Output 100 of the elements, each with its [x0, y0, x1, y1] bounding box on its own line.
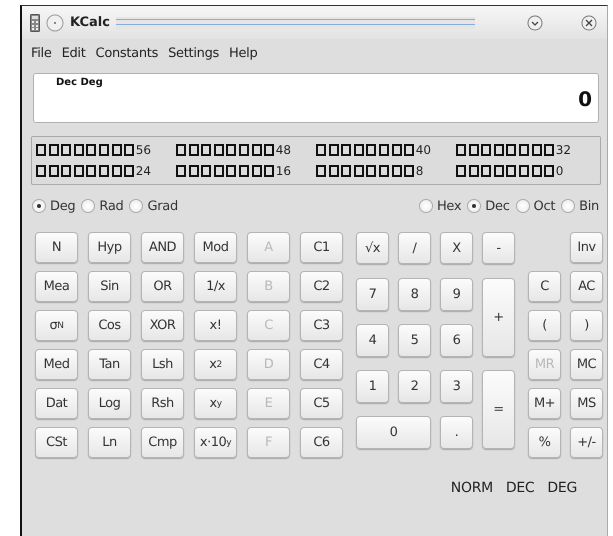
function-key[interactable]: C3	[300, 310, 343, 341]
bit-box[interactable]	[36, 144, 46, 156]
function-key[interactable]: AND	[141, 232, 184, 263]
bit-box[interactable]	[238, 144, 249, 156]
bit-box[interactable]	[188, 144, 199, 156]
bit-box[interactable]	[124, 165, 134, 177]
bit-box[interactable]	[176, 165, 186, 177]
bit-box[interactable]	[532, 165, 542, 177]
bit-box[interactable]	[532, 144, 542, 156]
radio-button[interactable]	[418, 199, 433, 213]
bit-box[interactable]	[252, 144, 262, 156]
bit-box[interactable]	[494, 144, 504, 156]
bit-box[interactable]	[544, 165, 554, 177]
function-key[interactable]: OR	[141, 271, 184, 302]
number-key[interactable]: +	[482, 278, 515, 357]
bit-box[interactable]	[214, 165, 224, 177]
bit-box[interactable]	[36, 165, 46, 177]
bit-box[interactable]	[354, 165, 364, 177]
function-key[interactable]: x$^{y}$	[194, 388, 237, 419]
bit-box[interactable]	[468, 165, 479, 177]
radio-label[interactable]: Dec	[485, 198, 510, 214]
number-key[interactable]: =	[482, 370, 515, 449]
number-key[interactable]: 8	[398, 278, 431, 311]
function-key[interactable]: Log	[88, 388, 131, 419]
bit-box[interactable]	[494, 165, 504, 177]
memory-key[interactable]: AC	[570, 271, 603, 302]
bit-box[interactable]	[48, 144, 59, 156]
bit-box[interactable]	[252, 165, 262, 177]
function-key[interactable]: x·10$^{y}$	[194, 427, 237, 458]
radio-button[interactable]	[32, 199, 46, 213]
number-key[interactable]: 0	[356, 416, 431, 449]
function-key[interactable]: Ln	[88, 427, 131, 458]
memory-key[interactable]: (	[528, 310, 561, 341]
bit-box[interactable]	[201, 165, 212, 177]
menu-item[interactable]: Edit	[56, 44, 91, 62]
function-key[interactable]: C5	[300, 388, 343, 419]
function-key[interactable]: x!	[194, 310, 237, 341]
function-key[interactable]: C6	[300, 427, 343, 458]
memory-key[interactable]: M+	[528, 388, 561, 419]
bit-box[interactable]	[341, 165, 352, 177]
bit-box[interactable]	[404, 144, 414, 156]
menu-item[interactable]: Settings	[163, 44, 224, 62]
radio-button[interactable]	[129, 199, 144, 213]
bit-box[interactable]	[61, 144, 72, 156]
bit-box[interactable]	[98, 144, 109, 156]
number-key[interactable]: √x	[356, 232, 389, 264]
number-key[interactable]: 7	[356, 278, 389, 311]
close-button[interactable]	[581, 14, 597, 30]
bit-box[interactable]	[226, 165, 236, 177]
bit-box[interactable]	[456, 165, 466, 177]
bit-box[interactable]	[518, 165, 529, 177]
bit-box[interactable]	[378, 144, 389, 156]
minimize-button[interactable]	[527, 14, 543, 30]
bit-box[interactable]	[74, 165, 84, 177]
function-key[interactable]: Cos	[88, 310, 131, 341]
bit-box[interactable]	[201, 144, 212, 156]
bit-box[interactable]	[366, 144, 376, 156]
radio-label[interactable]: Hex	[436, 198, 462, 214]
bit-box[interactable]	[468, 144, 479, 156]
function-key[interactable]: XOR	[141, 310, 184, 341]
bit-box[interactable]	[176, 144, 186, 156]
number-key[interactable]: 1	[356, 370, 389, 403]
bit-box[interactable]	[328, 165, 339, 177]
function-key[interactable]: x$^{2}$	[194, 349, 237, 380]
bit-box[interactable]	[366, 165, 376, 177]
bit-box[interactable]	[74, 144, 84, 156]
function-key[interactable]: C1	[300, 232, 343, 263]
number-key[interactable]: 3	[440, 370, 473, 403]
function-key[interactable]: CSt	[35, 427, 78, 458]
radio-label[interactable]: Grad	[147, 198, 178, 214]
memory-key[interactable]: C	[528, 271, 561, 302]
bit-box[interactable]	[392, 165, 402, 177]
bit-box[interactable]	[506, 165, 516, 177]
bit-box[interactable]	[214, 144, 224, 156]
radio-button[interactable]	[561, 199, 576, 213]
function-key[interactable]: Mea	[35, 271, 78, 302]
radio-button[interactable]	[467, 199, 482, 213]
bit-box[interactable]	[481, 144, 492, 156]
menu-item[interactable]: Help	[224, 44, 262, 62]
bit-box[interactable]	[112, 144, 122, 156]
menu-item[interactable]: Constants	[90, 44, 164, 62]
bit-box[interactable]	[188, 165, 199, 177]
bit-box[interactable]	[238, 165, 249, 177]
number-key[interactable]: 2	[398, 370, 431, 403]
bit-box[interactable]	[48, 165, 59, 177]
bit-box[interactable]	[392, 144, 402, 156]
bit-box[interactable]	[316, 165, 326, 177]
menu-item[interactable]: File	[26, 44, 57, 62]
number-key[interactable]: 9	[440, 278, 473, 311]
inverse-key[interactable]: Inv	[570, 232, 603, 263]
function-key[interactable]: Rsh	[141, 388, 184, 419]
bit-box[interactable]	[226, 144, 236, 156]
bit-box[interactable]	[124, 144, 134, 156]
function-key[interactable]: Mod	[194, 232, 237, 263]
bit-box[interactable]	[404, 165, 414, 177]
bit-box[interactable]	[98, 165, 109, 177]
radio-button[interactable]	[516, 199, 530, 213]
bit-box[interactable]	[264, 144, 274, 156]
function-key[interactable]: Tan	[88, 349, 131, 380]
number-key[interactable]: -	[482, 232, 515, 264]
